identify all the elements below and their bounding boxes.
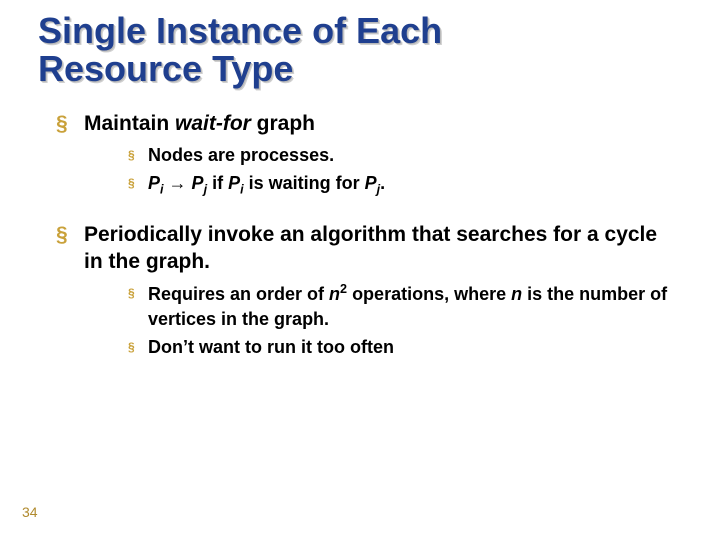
slide-title: Single Instance of Each Resource Type (38, 12, 672, 88)
p-i-base: P (148, 173, 160, 193)
p-j2-base: P (365, 173, 377, 193)
bullet-1-sub-2: Pi → Pj if Pi is waiting for Pj. (128, 171, 672, 199)
bullet-2-sub-1: Requires an order of n2 operations, wher… (128, 281, 672, 331)
formula-mid: if (207, 173, 228, 193)
complexity-n: n (329, 284, 340, 304)
title-line-1: Single Instance of Each (38, 10, 442, 51)
slide: Single Instance of Each Resource Type Ma… (0, 0, 720, 540)
bullet-1-prefix: Maintain (84, 112, 175, 135)
bullet-1-sublist: Nodes are processes. Pi → Pj if Pi is wa… (128, 143, 672, 199)
arrow-icon: → (169, 173, 187, 193)
formula-mid2: is waiting for (244, 173, 365, 193)
p-i-sub: i (160, 183, 164, 197)
complexity-exp: 2 (340, 282, 347, 296)
p-i2-base: P (228, 173, 240, 193)
bullet-2-text: Periodically invoke an algorithm that se… (84, 223, 657, 273)
title-line-2: Resource Type (38, 48, 293, 89)
complexity-n2: n (511, 284, 522, 304)
bullet-2: Periodically invoke an algorithm that se… (56, 221, 672, 359)
bullet-2-sub-2: Don’t want to run it too often (128, 335, 672, 359)
p-j-base: P (192, 173, 204, 193)
bullet-1-italic: wait-for (175, 112, 251, 135)
bullet-2-sublist: Requires an order of n2 operations, wher… (128, 281, 672, 359)
bullet-1: Maintain wait-for graph Nodes are proces… (56, 110, 672, 199)
bullet-2-sub-2-text: Don’t want to run it too often (148, 337, 394, 357)
formula-end: . (380, 173, 385, 193)
bullet-1-suffix: graph (251, 112, 315, 135)
complexity-pre: Requires an order of (148, 284, 329, 304)
bullet-1-sub-1: Nodes are processes. (128, 143, 672, 167)
bullet-list: Maintain wait-for graph Nodes are proces… (56, 110, 672, 360)
complexity-mid: operations, where (347, 284, 511, 304)
bullet-1-sub-1-text: Nodes are processes. (148, 145, 334, 165)
page-number: 34 (22, 504, 38, 520)
